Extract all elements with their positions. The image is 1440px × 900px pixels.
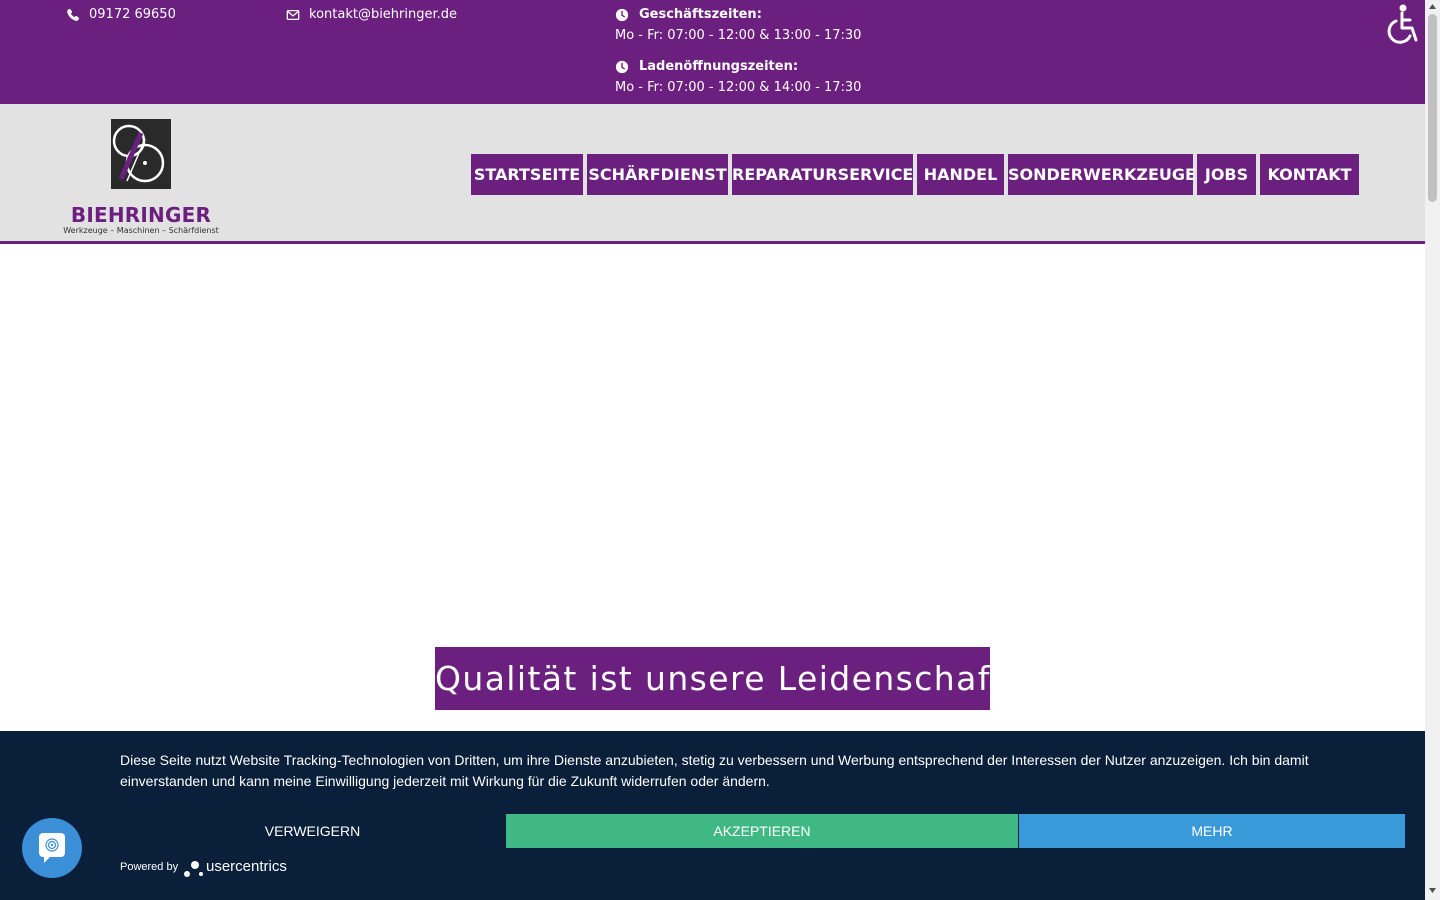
logo-name: BIEHRINGER [70, 203, 212, 227]
nav-handel[interactable]: HANDEL [917, 154, 1004, 195]
clock-icon [615, 8, 629, 22]
site-header: BIEHRINGER Werkzeuge – Maschinen – Schär… [0, 104, 1425, 244]
logo-tagline: Werkzeuge – Maschinen – Schärfdienst [63, 226, 219, 235]
site-logo[interactable]: BIEHRINGER Werkzeuge – Maschinen – Schär… [62, 116, 222, 235]
fingerprint-icon [39, 833, 65, 863]
phone-number[interactable]: 09172 69650 [89, 4, 176, 25]
business-hours: Mo - Fr: 07:00 - 12:00 & 13:00 - 17:30 [615, 28, 862, 43]
envelope-icon [286, 9, 300, 21]
cookie-text: Diese Seite nutzt Website Tracking-Techn… [120, 752, 1309, 789]
nav-jobs[interactable]: JOBS [1197, 154, 1256, 195]
hero-title: Qualität ist unsere Leidenschaft [435, 647, 1003, 710]
shop-hours: Mo - Fr: 07:00 - 12:00 & 14:00 - 17:30 [615, 80, 862, 95]
email-link[interactable]: kontakt@biehringer.de [309, 4, 457, 25]
scroll-down-arrow-icon[interactable] [1428, 886, 1437, 895]
nav-schaerfdienst[interactable]: SCHÄRFDIENST [587, 154, 728, 195]
powered-by-label: Powered by [120, 861, 179, 873]
phone-icon [67, 8, 80, 21]
scroll-up-arrow-icon[interactable] [1428, 2, 1437, 11]
business-hours-label: Geschäftszeiten: [639, 7, 762, 22]
more-button[interactable]: MEHR [1019, 814, 1405, 848]
privacy-settings-button[interactable] [22, 818, 82, 878]
top-info-bar: 09172 69650 kontakt@biehringer.de Geschä… [0, 0, 1425, 104]
nav-kontakt[interactable]: KONTAKT [1260, 154, 1359, 195]
accept-button[interactable]: AKZEPTIEREN [506, 814, 1018, 848]
usercentrics-logo[interactable]: usercentrics [183, 855, 293, 881]
cookie-banner: Diese Seite nutzt Website Tracking-Techn… [0, 731, 1425, 900]
wheelchair-icon[interactable] [1380, 2, 1422, 46]
shop-hours-label: Ladenöffnungszeiten: [639, 59, 799, 74]
logo-emblem-icon [111, 119, 171, 189]
deny-button[interactable]: VERWEIGERN [120, 814, 505, 848]
usercentrics-brand: usercentrics [206, 858, 287, 875]
nav-startseite[interactable]: STARTSEITE [471, 154, 583, 195]
nav-reparaturservice[interactable]: REPARATURSERVICE [732, 154, 913, 195]
clock-icon [615, 60, 629, 74]
scrollbar-thumb[interactable] [1428, 14, 1437, 202]
usercentrics-dots-icon [184, 861, 203, 877]
nav-sonderwerkzeuge[interactable]: SONDERWERKZEUGE [1008, 154, 1196, 195]
